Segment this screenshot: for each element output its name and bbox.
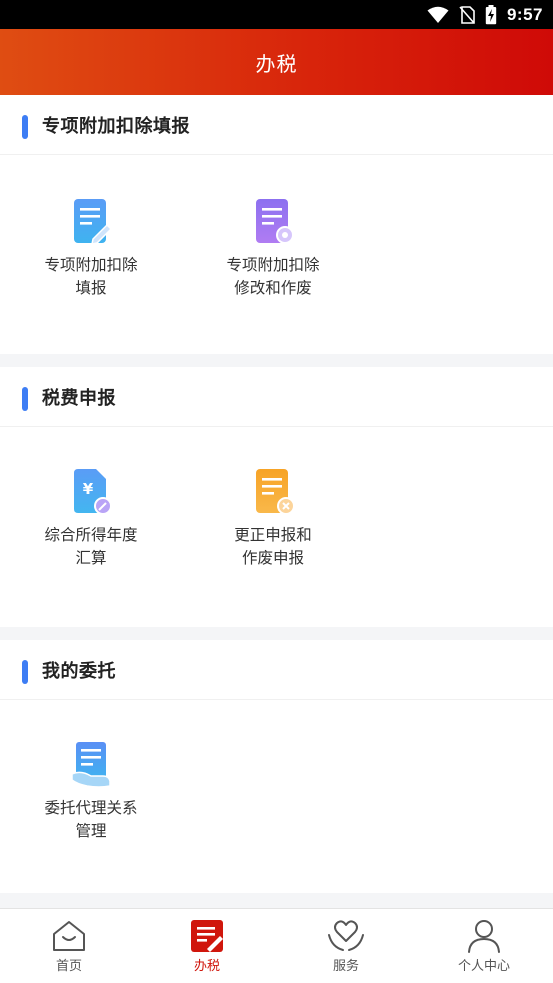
tab-label: 个人中心 <box>457 959 510 974</box>
item-label: 专项附加扣除 填报 <box>44 256 138 297</box>
wifi-icon <box>427 6 449 23</box>
section-title: 税费申报 <box>42 388 116 409</box>
section-header: 专项附加扣除填报 <box>0 95 553 155</box>
home-icon <box>53 921 85 951</box>
section-tax-declaration: 税费申报 ¥ 综合所得年度 汇算 更正申报和 作废申报 <box>0 367 553 627</box>
item-label: 专项附加扣除 修改和作废 <box>226 256 320 297</box>
bottom-tab-bar: 首页 办税 服务 个人中心 <box>0 908 553 983</box>
tab-label: 办税 <box>193 959 220 974</box>
tab-home[interactable]: 首页 <box>0 909 138 983</box>
item-label: 综合所得年度 汇算 <box>44 526 138 567</box>
annual-settlement-button[interactable]: ¥ 综合所得年度 汇算 <box>16 467 166 570</box>
section-special-deduction: 专项附加扣除填报 专项附加扣除 填报 专项附加扣除 修改和作废 <box>0 95 553 354</box>
app-header: 办税 <box>0 29 553 95</box>
tab-tax[interactable]: 办税 <box>138 909 276 983</box>
tab-label: 首页 <box>55 959 82 974</box>
section-title: 我的委托 <box>42 661 116 682</box>
svg-text:¥: ¥ <box>83 480 94 498</box>
yuan-document-icon: ¥ <box>74 469 112 515</box>
hand-document-icon <box>71 742 111 788</box>
deduction-modify-button[interactable]: 专项附加扣除 修改和作废 <box>198 197 348 300</box>
tab-service[interactable]: 服务 <box>277 909 415 983</box>
heart-hands-icon <box>328 920 364 951</box>
deduction-fill-button[interactable]: 专项附加扣除 填报 <box>16 197 166 300</box>
document-cancel-icon <box>256 469 295 515</box>
correct-cancel-declaration-button[interactable]: 更正申报和 作废申报 <box>198 467 348 570</box>
battery-charging-icon <box>485 4 497 24</box>
section-header: 税费申报 <box>0 367 553 427</box>
edit-document-icon <box>74 199 113 245</box>
section-my-entrust: 我的委托 委托代理关系 管理 <box>0 640 553 893</box>
person-icon <box>468 920 500 953</box>
page-title: 办税 <box>255 51 298 76</box>
section-title: 专项附加扣除填报 <box>42 116 190 137</box>
section-marker <box>22 115 28 139</box>
section-marker <box>22 387 28 411</box>
section-marker <box>22 660 28 684</box>
tax-form-icon <box>191 920 223 952</box>
tab-personal-center[interactable]: 个人中心 <box>415 909 553 983</box>
agency-relation-button[interactable]: 委托代理关系 管理 <box>16 740 166 843</box>
status-bar: 9:57 <box>0 0 553 29</box>
item-label: 更正申报和 作废申报 <box>234 526 312 567</box>
section-header: 我的委托 <box>0 640 553 700</box>
no-sim-icon <box>459 5 475 24</box>
clock: 9:57 <box>506 4 543 24</box>
item-label: 委托代理关系 管理 <box>44 799 138 840</box>
document-settings-icon <box>256 199 294 244</box>
tab-label: 服务 <box>332 959 359 974</box>
